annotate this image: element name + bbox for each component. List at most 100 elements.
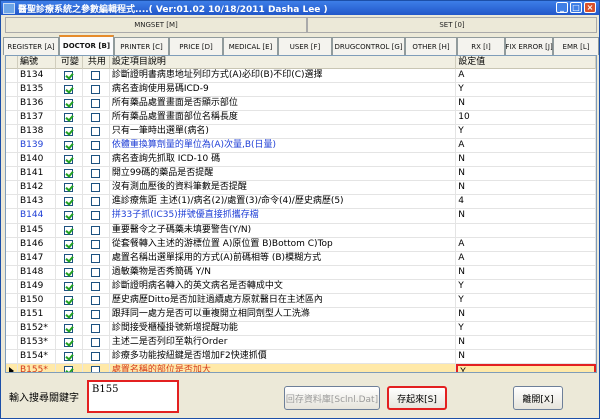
title-bar[interactable]: 醫聖診療系統之參數編輯程式....( Ver:01.02 10/18/2011 … [1,1,599,15]
cell-description[interactable]: 所有藥品處置畫面部位名稱長度 [110,111,457,125]
cell-description[interactable]: 所有藥品處置畫面是否顯示部位 [110,97,457,111]
cell-description[interactable]: 重要醫令之子碼藥未填要警告(Y/N) [110,223,457,237]
cell-description[interactable]: 病名查詢先抓取 ICD-10 碼 [110,153,457,167]
header-description[interactable]: 設定項目說明 [110,56,457,69]
cell-value[interactable]: N [456,181,596,195]
cell-value[interactable]: A [456,139,596,153]
common-checkbox[interactable] [91,267,101,277]
cell-description[interactable]: 處置名稱的部位是否加大 [110,363,457,372]
row-selector[interactable] [6,181,18,195]
row-selector[interactable] [6,139,18,153]
cell-value[interactable]: Y [456,279,596,293]
row-selector[interactable] [6,349,18,363]
changeable-checkbox[interactable] [64,141,74,151]
row-selector[interactable] [6,83,18,97]
table-row[interactable]: B148 過敏藥物是否秀簡碼 Y/N N [6,265,596,280]
header-common[interactable]: 共用 [83,56,110,69]
cell-code[interactable]: B134 [18,69,56,83]
table-row[interactable]: B149 診斷證明病名轉入的英文病名是否轉成中文 Y [6,279,596,294]
changeable-checkbox[interactable] [64,239,74,249]
table-row[interactable]: B145 重要醫令之子碼藥未填要警告(Y/N) [6,223,596,238]
row-selector[interactable] [6,293,18,307]
common-checkbox[interactable] [91,85,101,95]
cell-code[interactable]: B142 [18,181,56,195]
tab-8[interactable]: RX [I] [457,37,505,55]
cell-description[interactable]: 診間接受櫃檯掛號新增提醒功能 [110,321,457,335]
tab-2[interactable]: PRINTER [C] [114,37,169,55]
common-checkbox[interactable] [91,366,101,372]
row-selector[interactable] [6,335,18,349]
table-row[interactable]: B134 診斷證明書病患地址列印方式(A)必印(B)不印(C)選擇 A [6,69,596,84]
cell-description[interactable]: 病名查詢使用易碼ICD-9 [110,83,457,97]
common-checkbox[interactable] [91,323,101,333]
save-button[interactable]: 存起來[S] [387,386,447,410]
cell-code[interactable]: B143 [18,195,56,209]
changeable-checkbox[interactable] [64,267,74,277]
table-row[interactable]: B144 拼33子抓(IC35)拼號優直接抓攜存檔 N [6,209,596,224]
table-row[interactable]: B142 沒有測血壓後的資料筆數是否提醒 N [6,181,596,196]
tab-6[interactable]: DRUGCONTROL [G] [332,37,405,55]
common-checkbox[interactable] [91,183,101,193]
changeable-checkbox[interactable] [64,323,74,333]
cell-description[interactable]: 只有一筆時出選單(病名) [110,125,457,139]
table-row[interactable]: B138 只有一筆時出選單(病名) Y [6,125,596,140]
cell-code[interactable]: B155* [18,363,56,372]
table-row[interactable]: B140 病名查詢先抓取 ICD-10 碼N [6,153,596,168]
row-selector[interactable] [6,209,18,223]
cell-code[interactable]: B141 [18,167,56,181]
tab-3[interactable]: PRICE [D] [169,37,223,55]
exit-button[interactable]: 離開[X] [513,386,563,410]
table-row[interactable]: B155* 處置名稱的部位是否加大 Y [6,363,596,372]
cell-code[interactable]: B135 [18,83,56,97]
common-checkbox[interactable] [91,155,101,165]
common-checkbox[interactable] [91,113,101,123]
row-selector[interactable] [6,97,18,111]
tab-4[interactable]: MEDICAL [E] [223,37,278,55]
cell-value[interactable]: N [456,153,596,167]
tab-10[interactable]: EMR [L] [553,37,599,55]
changeable-checkbox[interactable] [64,197,74,207]
table-row[interactable]: B143 進診療焦距 主述(1)/病名(2)/處置(3)/命令(4)/歷史病歷(5… [6,195,596,210]
common-checkbox[interactable] [91,141,101,151]
tab-1[interactable]: DOCTOR [B] [59,35,114,55]
row-selector[interactable] [6,237,18,251]
common-checkbox[interactable] [91,281,101,291]
common-checkbox[interactable] [91,197,101,207]
group-tab-mngset[interactable]: MNGSET [M] [5,17,307,33]
cell-description[interactable]: 沒有測血壓後的資料筆數是否提醒 [110,181,457,195]
common-checkbox[interactable] [91,99,101,109]
cell-code[interactable]: B140 [18,153,56,167]
cell-value[interactable]: 10 [456,111,596,125]
table-row[interactable]: B137 所有藥品處置畫面部位名稱長度 10 [6,111,596,126]
cell-value[interactable]: Y [456,321,596,335]
common-checkbox[interactable] [91,295,101,305]
close-window-button[interactable]: × [584,2,596,13]
table-row[interactable]: B146 從套餐轉入主述的游標位置 A)原位置 B)Bottom C)Top A [6,237,596,252]
cell-value[interactable]: N [456,335,596,349]
common-checkbox[interactable] [91,239,101,249]
row-selector[interactable] [6,69,18,83]
cell-description[interactable]: 拼33子抓(IC35)拼號優直接抓攜存檔 [110,209,457,223]
row-selector[interactable] [6,363,18,372]
tab-0[interactable]: REGISTER [A] [3,37,59,55]
cell-value[interactable]: Y [456,125,596,139]
group-tab-set[interactable]: SET [0] [307,17,597,33]
changeable-checkbox[interactable] [64,85,74,95]
common-checkbox[interactable] [91,351,101,361]
cell-description[interactable]: 診斷證明書病患地址列印方式(A)必印(B)不印(C)選擇 [110,69,457,83]
cell-code[interactable]: B150 [18,293,56,307]
table-row[interactable]: B135 病名查詢使用易碼ICD-9 Y [6,83,596,98]
cell-code[interactable]: B137 [18,111,56,125]
row-selector[interactable] [6,265,18,279]
tab-5[interactable]: USER [F] [278,37,332,55]
cell-value[interactable] [456,223,596,237]
header-code[interactable]: 編號 [18,56,56,69]
cell-code[interactable]: B154* [18,349,56,363]
row-selector[interactable] [6,153,18,167]
cell-code[interactable]: B153* [18,335,56,349]
cell-code[interactable]: B139 [18,139,56,153]
common-checkbox[interactable] [91,211,101,221]
cell-value[interactable]: Y [456,363,596,372]
changeable-checkbox[interactable] [64,366,74,372]
table-row[interactable]: B151 跟拜同一處方是否可以重複開立相同劑型人工洗滌 N [6,307,596,322]
